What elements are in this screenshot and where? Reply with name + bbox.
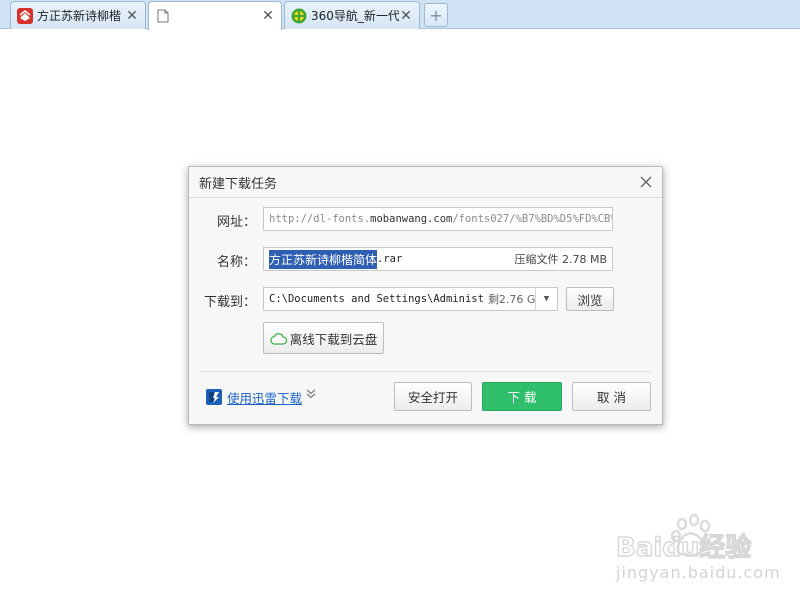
url-label: 网址： — [216, 215, 256, 230]
tab-strip: 方正苏新诗柳楷 ✕ ✕ 360导航_新一代 ✕ + — [0, 0, 800, 30]
dialog-header: 新建下载任务 — [189, 167, 662, 198]
saveto-label: 下载到： — [203, 295, 256, 310]
tab-blank[interactable]: ✕ — [148, 1, 282, 30]
close-icon[interactable]: ✕ — [399, 9, 413, 23]
cloud-download-label: 离线下载到云盘 — [289, 331, 378, 347]
tab-title: 方正苏新诗柳楷 — [37, 9, 122, 23]
watermark-brand: Baidu经验 — [616, 532, 751, 563]
filename-extension: .rar — [377, 253, 403, 265]
file-type-size: 压缩文件 2.78 MB — [514, 253, 607, 266]
divider — [199, 371, 652, 372]
site-logo-icon — [17, 7, 33, 24]
url-prefix: http://dl-fonts. — [269, 213, 371, 225]
thunder-logo-icon — [206, 389, 222, 405]
cancel-button[interactable]: 取 消 — [572, 382, 651, 411]
use-thunder-link[interactable]: 使用迅雷下载 — [227, 388, 302, 407]
new-tab-button[interactable]: + — [424, 3, 448, 27]
safe-open-button[interactable]: 安全打开 — [394, 382, 472, 411]
filename-selected: 方正苏新诗柳楷简体 — [269, 249, 378, 269]
blank-page-icon — [155, 8, 171, 24]
close-icon[interactable]: ✕ — [261, 9, 275, 23]
name-label: 名称： — [216, 255, 256, 270]
filename-field[interactable]: 方正苏新诗柳楷简体 .rar 压缩文件 2.78 MB — [263, 247, 613, 271]
tab-title: 360导航_新一代 — [311, 9, 399, 23]
360-logo-icon — [291, 8, 307, 24]
chevron-down-icon[interactable]: ▼ — [535, 288, 557, 310]
double-chevron-down-icon[interactable] — [306, 389, 316, 401]
close-icon[interactable] — [638, 174, 654, 190]
url-rest: /fonts027/%B7%BD%D5%FD%CB%D5 — [452, 213, 613, 225]
close-icon[interactable]: ✕ — [125, 9, 139, 23]
save-path: C:\Documents and Settings\Administ — [269, 293, 484, 305]
cloud-icon — [270, 332, 287, 345]
new-download-dialog: 新建下载任务 网址： http://dl-fonts. mobanwang.com… — [188, 166, 663, 425]
tab-360-nav[interactable]: 360导航_新一代 ✕ — [284, 1, 420, 29]
url-domain: mobanwang.com — [370, 213, 453, 225]
download-button[interactable]: 下 载 — [482, 382, 562, 411]
watermark-url: jingyan.baidu.com — [616, 563, 781, 582]
dialog-title: 新建下载任务 — [199, 176, 278, 192]
save-path-combo[interactable]: C:\Documents and Settings\Administ 剩2.76… — [263, 287, 558, 311]
browse-button[interactable]: 浏览 — [566, 287, 614, 311]
cloud-download-button[interactable]: 离线下载到云盘 — [263, 322, 384, 354]
tab-fangzheng[interactable]: 方正苏新诗柳楷 ✕ — [10, 1, 146, 29]
url-field[interactable]: http://dl-fonts. mobanwang.com/fonts027/%… — [263, 207, 613, 231]
